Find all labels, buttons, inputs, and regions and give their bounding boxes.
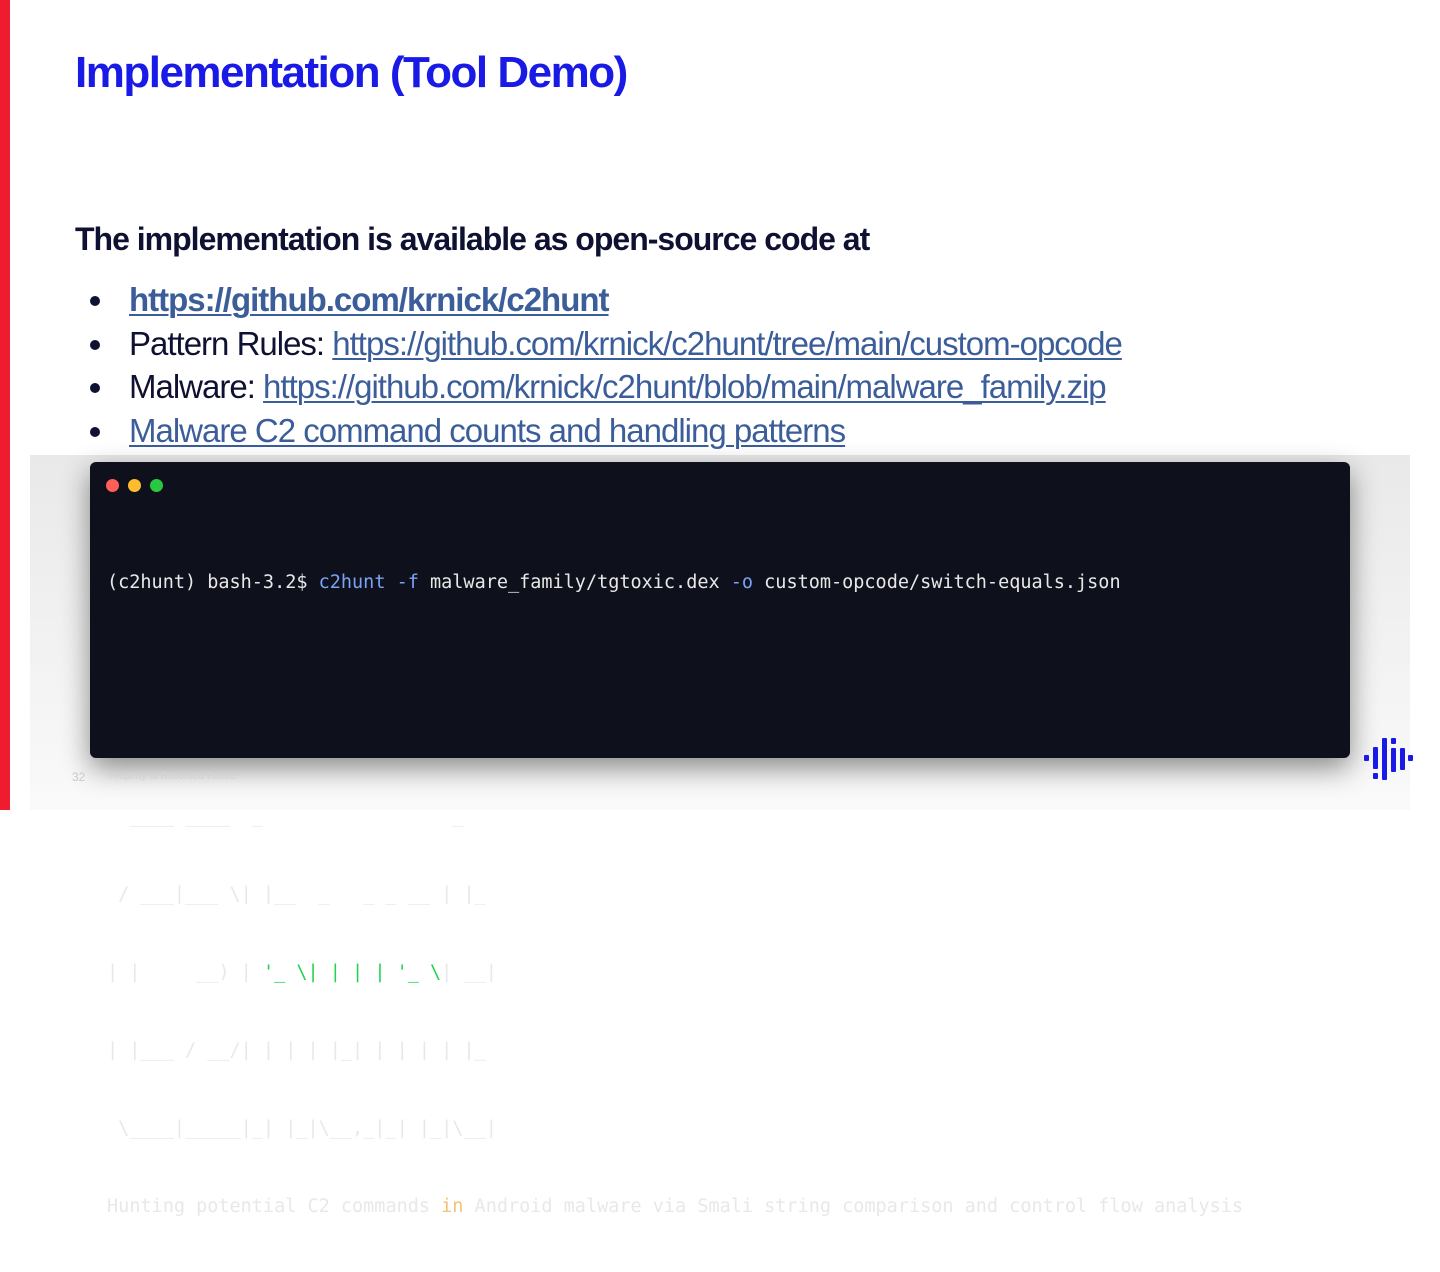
c2-command-counts-link[interactable]: Malware C2 command counts and handling p…	[129, 412, 846, 449]
recorded-future-logo-icon	[1364, 738, 1413, 780]
accent-bar	[0, 0, 10, 810]
banner-line-5: \____|_____|_| |_|\__,_|_| |_|\__|	[107, 1118, 497, 1139]
list-item: Malware: https://github.com/krnick/c2hun…	[85, 365, 1122, 409]
window-zoom-dot[interactable]	[150, 479, 163, 492]
terminal-output: (c2hunt) bash-3.2$ c2hunt -f malware_fam…	[107, 518, 1337, 1272]
intro-text: The implementation is available as open-…	[75, 221, 870, 257]
tagline: Hunting potential C2 commands in Android…	[107, 1196, 1244, 1217]
banner-line-3: | | __) | '_ \| | | | '_ \| __|	[107, 962, 497, 983]
bullet-label: Pattern Rules:	[129, 324, 333, 362]
malware-link[interactable]: https://github.com/krnick/c2hunt/blob/ma…	[263, 368, 1107, 405]
flag-f: -f	[396, 572, 419, 593]
list-item: Pattern Rules: https://github.com/krnick…	[85, 322, 1123, 366]
page-number: 32	[72, 770, 86, 784]
banner-line-2: / ___|___ \| |__ _ _ _ __ | |_	[107, 884, 486, 905]
footer-note: Property of Recorded Future	[109, 771, 236, 782]
bullet-label: Malware:	[129, 368, 264, 405]
slide-title: Implementation (Tool Demo)	[75, 48, 628, 97]
banner-line-1: ____ ____ _ _	[107, 806, 464, 827]
command-name: c2hunt	[318, 572, 386, 593]
flag-o: -o	[730, 572, 754, 593]
pattern-rules-link[interactable]: https://github.com/krnick/c2hunt/tree/ma…	[332, 325, 1123, 362]
repo-link[interactable]: https://github.com/krnick/c2hunt	[129, 281, 610, 318]
window-minimize-dot[interactable]	[128, 479, 141, 492]
banner-line-4: | |___ / __/| | | | |_| | | | | |_	[107, 1040, 486, 1061]
shell-prompt: (c2hunt) bash-3.2$	[107, 572, 319, 593]
link-list: https://github.com/krnick/c2hunt Pattern…	[85, 278, 1123, 453]
window-close-dot[interactable]	[106, 479, 119, 492]
arg-f: malware_family/tgtoxic.dex	[430, 572, 720, 593]
list-item: Malware C2 command counts and handling p…	[85, 409, 1122, 453]
arg-o: custom-opcode/switch-equals.json	[764, 572, 1121, 593]
command-line: (c2hunt) bash-3.2$ c2hunt -f malware_fam…	[107, 570, 1337, 596]
terminal-window: (c2hunt) bash-3.2$ c2hunt -f malware_fam…	[90, 462, 1350, 1217]
list-item: https://github.com/krnick/c2hunt	[85, 278, 1122, 322]
